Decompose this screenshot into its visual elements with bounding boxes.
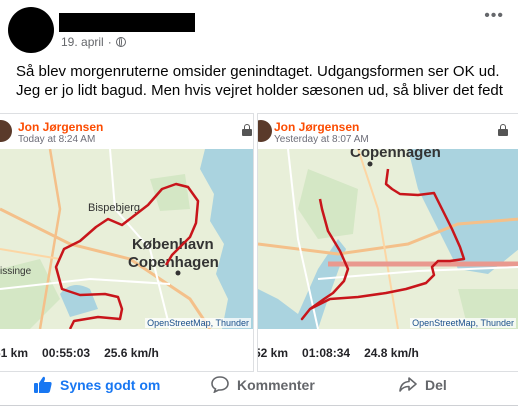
map-label-copenhagen: Copenhagen (350, 149, 441, 161)
like-button[interactable]: Synes godt om (34, 376, 160, 393)
share-icon (399, 377, 417, 392)
author-name-redacted[interactable] (59, 13, 195, 32)
activity-stats: 52 km 01:08:34 24.8 km/h (257, 346, 433, 360)
lock-icon (498, 124, 508, 136)
author-avatar[interactable] (8, 7, 54, 53)
activity-time: Today at 8:24 AM (18, 134, 96, 145)
map-label-kobenhavn: København (132, 236, 214, 253)
comment-button[interactable]: Kommenter (211, 376, 315, 393)
map-label-copenhagen: Copenhagen (128, 254, 219, 271)
like-label: Synes godt om (60, 376, 161, 393)
stat-speed: 24.8 km/h (364, 346, 419, 360)
post-text: Så blev morgenruterne omsider genindtage… (16, 63, 503, 99)
activity-stats: 61 km 00:55:03 25.6 km/h (0, 346, 173, 360)
athlete-avatar[interactable] (0, 120, 12, 142)
stat-duration: 00:55:03 (42, 346, 91, 360)
thumbs-up-icon (34, 376, 52, 393)
athlete-name[interactable]: Jon Jørgensen (18, 120, 103, 134)
stat-duration: 01:08:34 (302, 346, 351, 360)
stat-speed: 25.6 km/h (104, 346, 159, 360)
map-label-issinge: issinge (0, 266, 32, 277)
athlete-name[interactable]: Jon Jørgensen (274, 120, 359, 134)
route-map[interactable]: Copenhagen (258, 149, 518, 329)
activity-card-1[interactable]: Jon Jørgensen Today at 8:24 AM Bispebjer… (0, 113, 254, 372)
post-actions: Synes godt om Kommenter Del (0, 374, 518, 400)
lock-icon (242, 124, 252, 136)
divider (0, 405, 518, 406)
map-label-bispebjerg: Bispebjerg (88, 202, 140, 214)
more-options-icon[interactable]: ••• (484, 7, 504, 25)
share-button[interactable]: Del (399, 376, 447, 393)
athlete-avatar[interactable] (258, 120, 272, 142)
map-attribution[interactable]: OpenStreetMap, Thunder (145, 318, 251, 328)
post-date[interactable]: 19. april (61, 35, 104, 49)
meta-separator: · (107, 35, 112, 49)
city-marker-icon (175, 270, 181, 276)
share-label: Del (425, 376, 447, 393)
map-attribution[interactable]: OpenStreetMap, Thunder (410, 318, 516, 328)
route-map[interactable]: Bispebjerg København Copenhagen issinge (0, 149, 254, 329)
comment-label: Kommenter (237, 376, 315, 393)
activity-time: Yesterday at 8:07 AM (274, 134, 369, 145)
city-marker-icon (367, 161, 373, 167)
stat-distance: 52 km (257, 346, 289, 360)
post-meta: 19. april · (61, 35, 126, 49)
comment-icon (211, 376, 229, 393)
activity-card-2[interactable]: Jon Jørgensen Yesterday at 8:07 AM Copen… (257, 113, 518, 372)
stat-distance: 61 km (0, 346, 29, 360)
globe-icon (115, 37, 126, 47)
